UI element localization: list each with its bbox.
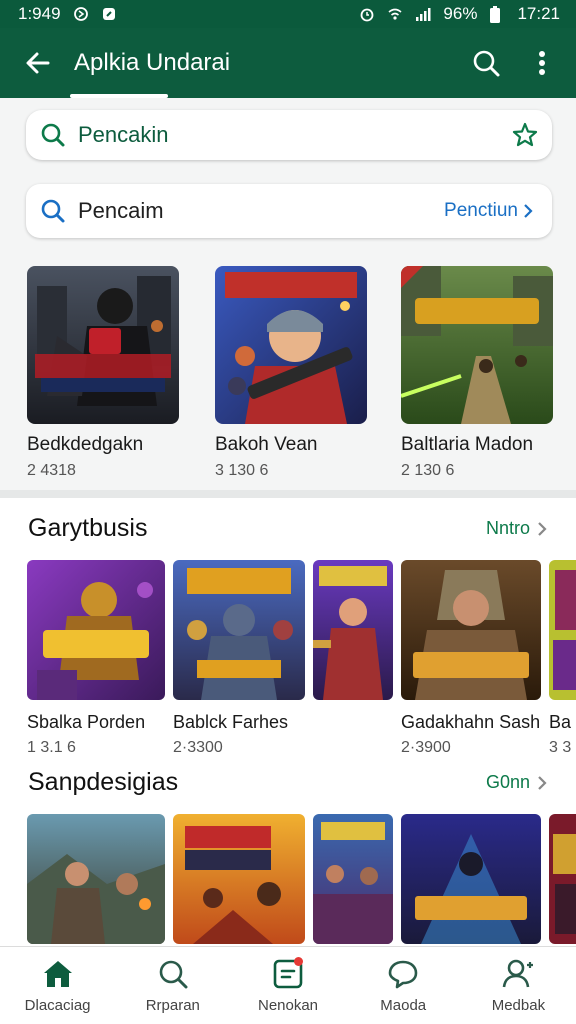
game-title: Bablck Farhes — [173, 712, 289, 732]
see-more-label: G0nn — [485, 772, 530, 792]
nav-label: Nenokan — [257, 997, 319, 1014]
nav-item-home[interactable]: Dlacaciag — [0, 947, 115, 1024]
game-title: Baltlaria Madon — [401, 434, 534, 455]
game-meta: 3 3 — [549, 739, 572, 756]
bottom-navigation: Dlacaciag Rrparan Nenokan Maoda Medbak — [0, 946, 576, 1024]
home-icon — [43, 961, 72, 987]
game-card[interactable] — [27, 814, 165, 944]
nav-item-chat[interactable]: Maoda — [346, 947, 461, 1024]
game-meta: 2 4318 — [27, 462, 76, 479]
game-thumbnail — [173, 560, 305, 700]
see-more-link[interactable]: Nntro — [486, 518, 548, 539]
nav-label: Medbak — [491, 997, 546, 1014]
chevron-right-icon — [524, 204, 533, 218]
game-card[interactable] — [313, 814, 393, 944]
search-input-primary[interactable]: Pencakin — [78, 122, 169, 148]
more-vert-icon — [539, 51, 545, 75]
see-more-label: Nntro — [485, 518, 530, 538]
notification-icon — [73, 6, 89, 22]
wifi-icon — [387, 6, 403, 22]
featured-row: Bedkdedgakn 2 4318 Bakoh Vean 3 130 6 Ba… — [0, 266, 576, 488]
section-header: Sanpdesigias G0nn — [28, 768, 548, 797]
app-bar: Aplkia Undarai — [0, 28, 576, 98]
game-title: Bakoh Vean — [215, 434, 318, 455]
more-options-button[interactable] — [522, 43, 562, 83]
game-meta: 2·3300 — [173, 739, 223, 756]
status-bar: 1:949 96% 17:21 — [0, 0, 576, 28]
game-card[interactable]: Gadakhahn Sash 2·3900 — [401, 560, 541, 757]
game-thumbnail — [401, 560, 541, 700]
search-bar-secondary[interactable]: Pencaim Penctiun — [26, 184, 552, 238]
search-bar-primary[interactable]: Pencakin — [26, 110, 552, 160]
nav-label: Maoda — [380, 997, 427, 1014]
alarm-icon — [359, 6, 375, 22]
game-card[interactable]: Bablck Farhes 2·3300 — [173, 560, 305, 757]
featured-card[interactable]: Bakoh Vean 3 130 6 — [215, 266, 367, 480]
profile-icon — [503, 959, 534, 988]
search-action-link[interactable]: Penctiun — [444, 200, 534, 222]
game-thumbnail — [215, 266, 367, 424]
section-title: Garytbusis — [28, 514, 148, 542]
content-area: Pencakin Pencaim Penctiun Bedkdedgakn 2 … — [0, 98, 576, 946]
game-meta: 2·3900 — [401, 739, 451, 756]
see-more-link[interactable]: G0nn — [486, 772, 548, 793]
app-notification-icon — [101, 6, 117, 22]
game-card[interactable] — [173, 814, 305, 944]
featured-card[interactable]: Bedkdedgakn 2 4318 — [27, 266, 179, 480]
search-icon — [41, 199, 65, 223]
arrow-back-icon — [26, 52, 50, 74]
game-thumbnail — [401, 266, 553, 424]
game-thumbnail — [27, 560, 165, 700]
chevron-right-icon — [538, 775, 547, 790]
game-thumbnail — [173, 814, 305, 944]
game-meta: 1 3.1 6 — [27, 739, 76, 756]
search-button[interactable] — [466, 43, 506, 83]
nav-label: Rrparan — [145, 997, 200, 1014]
chat-icon — [388, 960, 418, 989]
section-header: Garytbusis Nntro — [28, 514, 548, 543]
game-thumbnail — [313, 560, 393, 700]
game-card[interactable] — [401, 814, 541, 944]
game-thumbnail — [401, 814, 541, 944]
nav-item-inbox[interactable]: Nenokan — [230, 947, 345, 1024]
search-icon — [159, 960, 188, 989]
search-input-secondary[interactable]: Pencaim — [78, 198, 164, 224]
nav-item-search[interactable]: Rrparan — [115, 947, 230, 1024]
search-action-label: Penctiun — [444, 200, 518, 221]
status-time: 1:949 — [18, 4, 61, 23]
game-card[interactable] — [549, 814, 576, 944]
game-meta: 3 130 6 — [215, 462, 269, 479]
battery-icon — [489, 6, 505, 23]
sections-container: Garytbusis Nntro Sbalka Porden 1 3.1 6 B… — [0, 498, 576, 946]
page-title: Aplkia Undarai — [69, 28, 230, 98]
search-icon — [41, 123, 65, 147]
game-title: Ba — [549, 712, 572, 732]
signal-icon — [415, 6, 431, 22]
nav-label: Dlacaciag — [24, 997, 91, 1014]
game-thumbnail — [313, 814, 393, 944]
section-divider — [0, 490, 576, 498]
back-button[interactable] — [18, 43, 58, 83]
nav-item-profile[interactable]: Medbak — [461, 947, 576, 1024]
game-card[interactable]: Sbalka Porden 1 3.1 6 — [27, 560, 165, 757]
status-clock: 17:21 — [517, 4, 560, 23]
chevron-right-icon — [538, 521, 547, 536]
game-thumbnail — [549, 814, 576, 944]
game-card[interactable]: •••• — [313, 560, 393, 700]
section-title: Sanpdesigias — [28, 768, 179, 796]
game-thumbnail — [549, 560, 576, 700]
game-thumbnail — [27, 266, 179, 424]
game-meta: 2 130 6 — [401, 462, 455, 479]
game-card[interactable]: Ba 3 3 — [549, 560, 576, 757]
game-title: Sbalka Porden — [27, 712, 146, 732]
battery-percent: 96% — [443, 4, 478, 23]
star-icon[interactable] — [510, 120, 540, 150]
search-icon — [473, 50, 500, 77]
featured-card[interactable]: Baltlaria Madon 2 130 6 — [401, 266, 553, 480]
game-title: Bedkdedgakn — [27, 434, 144, 455]
game-title: Gadakhahn Sash — [401, 712, 541, 732]
game-thumbnail — [27, 814, 165, 944]
